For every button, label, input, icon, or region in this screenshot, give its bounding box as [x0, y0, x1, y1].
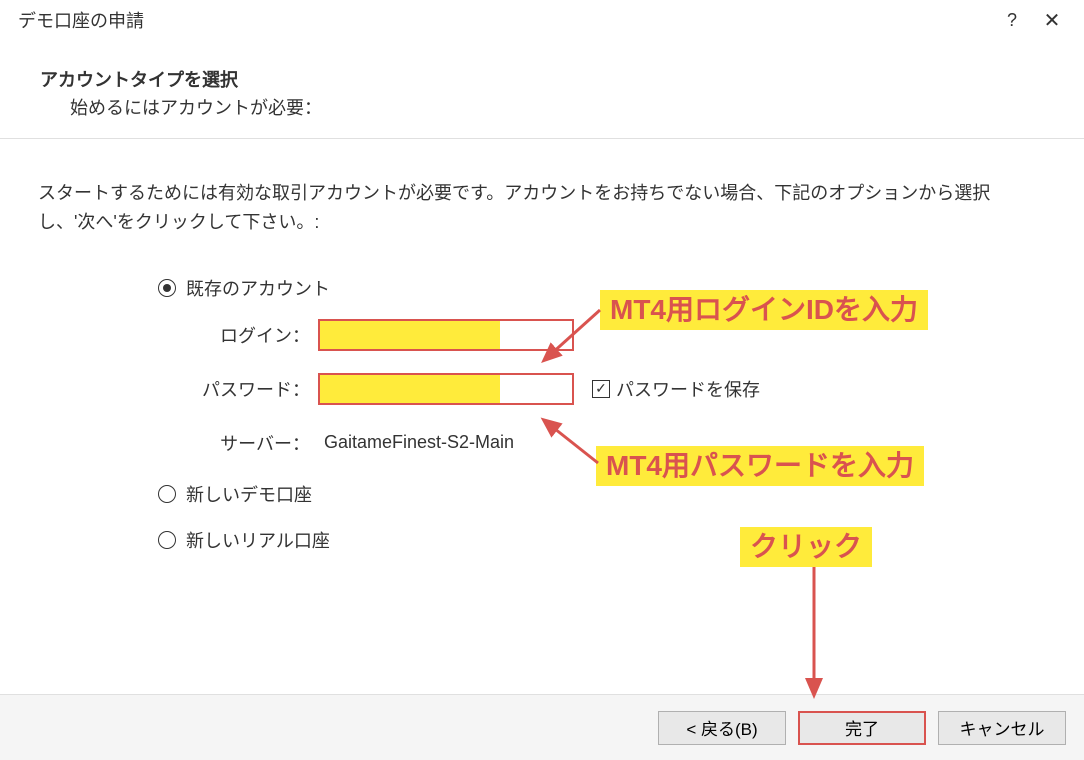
radio-group-lower: 新しいデモ口座 新しいリアル口座: [158, 481, 1046, 553]
header-section: アカウントタイプを選択 始めるにはアカウントが必要：: [0, 40, 1084, 138]
password-row: パスワード： ✓ パスワードを保存: [198, 373, 1046, 405]
server-label: サーバー：: [198, 430, 318, 456]
instruction-text: スタートするためには有効な取引アカウントが必要です。アカウントをお持ちでない場合…: [38, 179, 1046, 237]
finish-button[interactable]: 完了: [798, 711, 926, 745]
password-input-highlight: [320, 375, 500, 403]
back-button[interactable]: < 戻る(B): [658, 711, 786, 745]
login-input-highlight: [320, 321, 500, 349]
annotation-click: クリック: [740, 527, 872, 567]
help-icon[interactable]: ?: [992, 10, 1032, 31]
radio-icon: [158, 485, 176, 503]
radio-label: 新しいデモ口座: [186, 481, 312, 507]
header-title: アカウントタイプを選択: [40, 66, 1044, 92]
password-input[interactable]: [318, 373, 574, 405]
cancel-button[interactable]: キャンセル: [938, 711, 1066, 745]
window-title: デモ口座の申請: [18, 7, 992, 33]
annotation-password: MT4用パスワードを入力: [596, 446, 924, 486]
checkbox-icon: ✓: [592, 380, 610, 398]
footer: < 戻る(B) 完了 キャンセル: [0, 694, 1084, 760]
header-subtitle: 始めるにはアカウントが必要：: [40, 94, 1044, 120]
password-label: パスワード：: [198, 376, 318, 402]
close-icon[interactable]: ✕: [1032, 8, 1072, 33]
radio-label: 新しいリアル口座: [186, 527, 330, 553]
save-password-label: パスワードを保存: [616, 376, 760, 402]
existing-account-form: ログイン： パスワード： ✓ パスワードを保存 サーバー： GaitameFin…: [198, 319, 1046, 459]
annotation-login: MT4用ログインIDを入力: [600, 290, 928, 330]
save-password-checkbox[interactable]: ✓ パスワードを保存: [592, 376, 760, 402]
radio-icon: [158, 279, 176, 297]
radio-label: 既存のアカウント: [186, 275, 330, 301]
content-area: スタートするためには有効な取引アカウントが必要です。アカウントをお持ちでない場合…: [0, 139, 1084, 553]
login-input[interactable]: [318, 319, 574, 351]
titlebar: デモ口座の申請 ? ✕: [0, 0, 1084, 40]
login-label: ログイン：: [198, 322, 318, 348]
arrow-icon: [800, 562, 830, 702]
radio-icon: [158, 531, 176, 549]
radio-new-real[interactable]: 新しいリアル口座: [158, 527, 1046, 553]
server-value: GaitameFinest-S2-Main: [324, 432, 514, 453]
